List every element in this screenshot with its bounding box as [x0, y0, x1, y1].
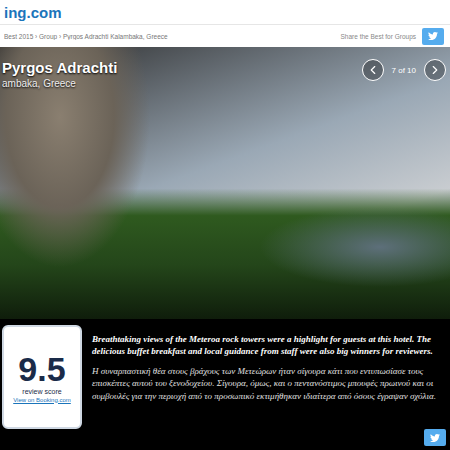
- slide-counter: 7 of 10: [392, 66, 416, 75]
- slide-nav: 7 of 10: [362, 59, 446, 81]
- chevron-left-icon: [366, 63, 380, 77]
- prev-button[interactable]: [362, 59, 384, 81]
- score-badge: 9.5 review score View on Booking.com: [2, 325, 82, 429]
- share: Share the Best for Groups: [340, 28, 444, 45]
- twitter-icon: [430, 433, 440, 443]
- slide-footer: [92, 429, 446, 446]
- logo[interactable]: ing.com: [4, 4, 62, 21]
- twitter-button[interactable]: [424, 429, 446, 446]
- english-text: Breathtaking views of the Meteroa rock t…: [92, 333, 446, 357]
- page: ing.com Best 2015 › Group › Pyrgos Adrach…: [0, 0, 450, 450]
- score-label: review score: [22, 388, 61, 395]
- breadcrumb-bar: Best 2015 › Group › Pyrgos Adrachti Kala…: [0, 25, 450, 47]
- slide-info: 9.5 review score View on Booking.com Breath…: [0, 319, 450, 450]
- slide: Pyrgos Adrachti ambaka, Greece 7 of 10 9.5 r…: [0, 47, 450, 450]
- hotel-location: ambaka, Greece: [2, 78, 117, 89]
- logo-bar: ing.com: [0, 0, 450, 25]
- chevron-right-icon: [428, 63, 442, 77]
- slide-title: Pyrgos Adrachti ambaka, Greece: [2, 59, 117, 89]
- breadcrumb[interactable]: Best 2015 › Group › Pyrgos Adrachti Kala…: [4, 33, 168, 40]
- twitter-icon: [428, 31, 438, 41]
- share-label: Share the Best for Groups: [340, 33, 416, 40]
- score-value: 9.5: [18, 352, 65, 386]
- next-button[interactable]: [424, 59, 446, 81]
- greek-text: Η συναρπαστική θέα στους βράχους των Μετ…: [92, 365, 446, 401]
- hotel-photo: Pyrgos Adrachti ambaka, Greece 7 of 10: [0, 47, 450, 319]
- twitter-button[interactable]: [422, 28, 444, 45]
- booking-link[interactable]: View on Booking.com: [13, 397, 71, 403]
- description: Breathtaking views of the Meteroa rock t…: [92, 325, 446, 446]
- hotel-name: Pyrgos Adrachti: [2, 59, 117, 76]
